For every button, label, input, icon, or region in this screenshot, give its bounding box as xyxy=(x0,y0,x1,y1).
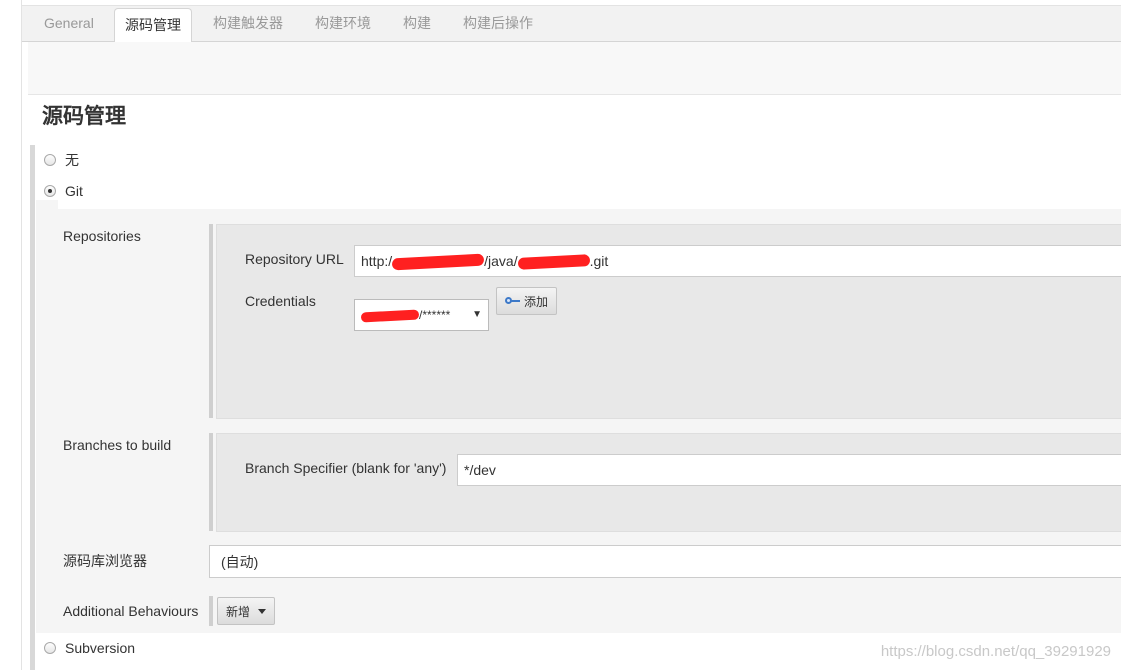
branches-label: Branches to build xyxy=(63,437,172,453)
tab-build-environment[interactable]: 构建环境 xyxy=(305,6,381,42)
section-banner xyxy=(28,42,1121,95)
redaction-mark xyxy=(391,253,485,271)
repository-url-label: Repository URL xyxy=(245,251,344,267)
repository-browser-select[interactable]: (自动) xyxy=(209,545,1121,578)
scm-option-git-label: Git xyxy=(65,183,83,199)
watermark: https://blog.csdn.net/qq_39291929 xyxy=(880,643,1111,660)
credentials-label: Credentials xyxy=(245,293,316,309)
add-credentials-button[interactable]: 添加 xyxy=(496,287,558,315)
credentials-value: /****** xyxy=(419,308,451,322)
radio-subversion[interactable] xyxy=(44,642,56,654)
redaction-mark xyxy=(360,309,420,323)
scm-option-subversion-label: Subversion xyxy=(65,640,136,656)
section-left-bar xyxy=(30,145,35,670)
left-margin xyxy=(0,0,22,670)
scm-option-git[interactable]: Git xyxy=(44,181,83,201)
config-tab-bar: General 源码管理 构建触发器 构建环境 构建 构建后操作 xyxy=(22,5,1121,44)
credentials-select[interactable]: /****** ▼ xyxy=(354,299,489,331)
branches-bar xyxy=(209,433,213,531)
key-icon xyxy=(505,296,521,306)
repository-url-prefix: http:/ xyxy=(361,253,393,269)
tab-build-triggers[interactable]: 构建触发器 xyxy=(203,6,293,42)
repository-browser-label: 源码库浏览器 xyxy=(63,553,147,569)
tab-build[interactable]: 构建 xyxy=(393,6,441,42)
radio-none[interactable] xyxy=(44,154,56,166)
add-credentials-label: 添加 xyxy=(524,294,549,309)
redaction-mark xyxy=(517,254,590,271)
dropdown-caret-icon: ▼ xyxy=(472,309,482,320)
scm-option-none-label: 无 xyxy=(65,152,79,168)
repositories-label: Repositories xyxy=(63,228,141,244)
additional-behaviours-label: Additional Behaviours xyxy=(63,603,199,619)
tab-post-build-actions[interactable]: 构建后操作 xyxy=(453,6,543,42)
repository-url-mid: /java/ xyxy=(484,253,518,269)
branch-specifier-input[interactable]: */dev xyxy=(457,454,1121,486)
scm-option-subversion[interactable]: Subversion xyxy=(44,638,135,658)
tab-general[interactable]: General xyxy=(34,6,104,42)
tab-source-code-management[interactable]: 源码管理 xyxy=(114,8,192,44)
branch-specifier-label: Branch Specifier (blank for 'any') xyxy=(245,460,447,476)
page-title: 源码管理 xyxy=(42,105,126,128)
add-behaviour-label: 新增 xyxy=(226,604,251,619)
radio-git[interactable] xyxy=(44,185,56,197)
behaviours-bar xyxy=(209,596,213,626)
repositories-bar xyxy=(209,224,213,418)
chevron-down-icon xyxy=(258,608,267,614)
repository-url-input[interactable]: http:/ /java/ .git xyxy=(354,245,1121,277)
add-behaviour-button[interactable]: 新增 xyxy=(217,597,276,625)
repository-url-suffix: .git xyxy=(589,253,609,269)
scm-option-none[interactable]: 无 xyxy=(44,150,79,170)
